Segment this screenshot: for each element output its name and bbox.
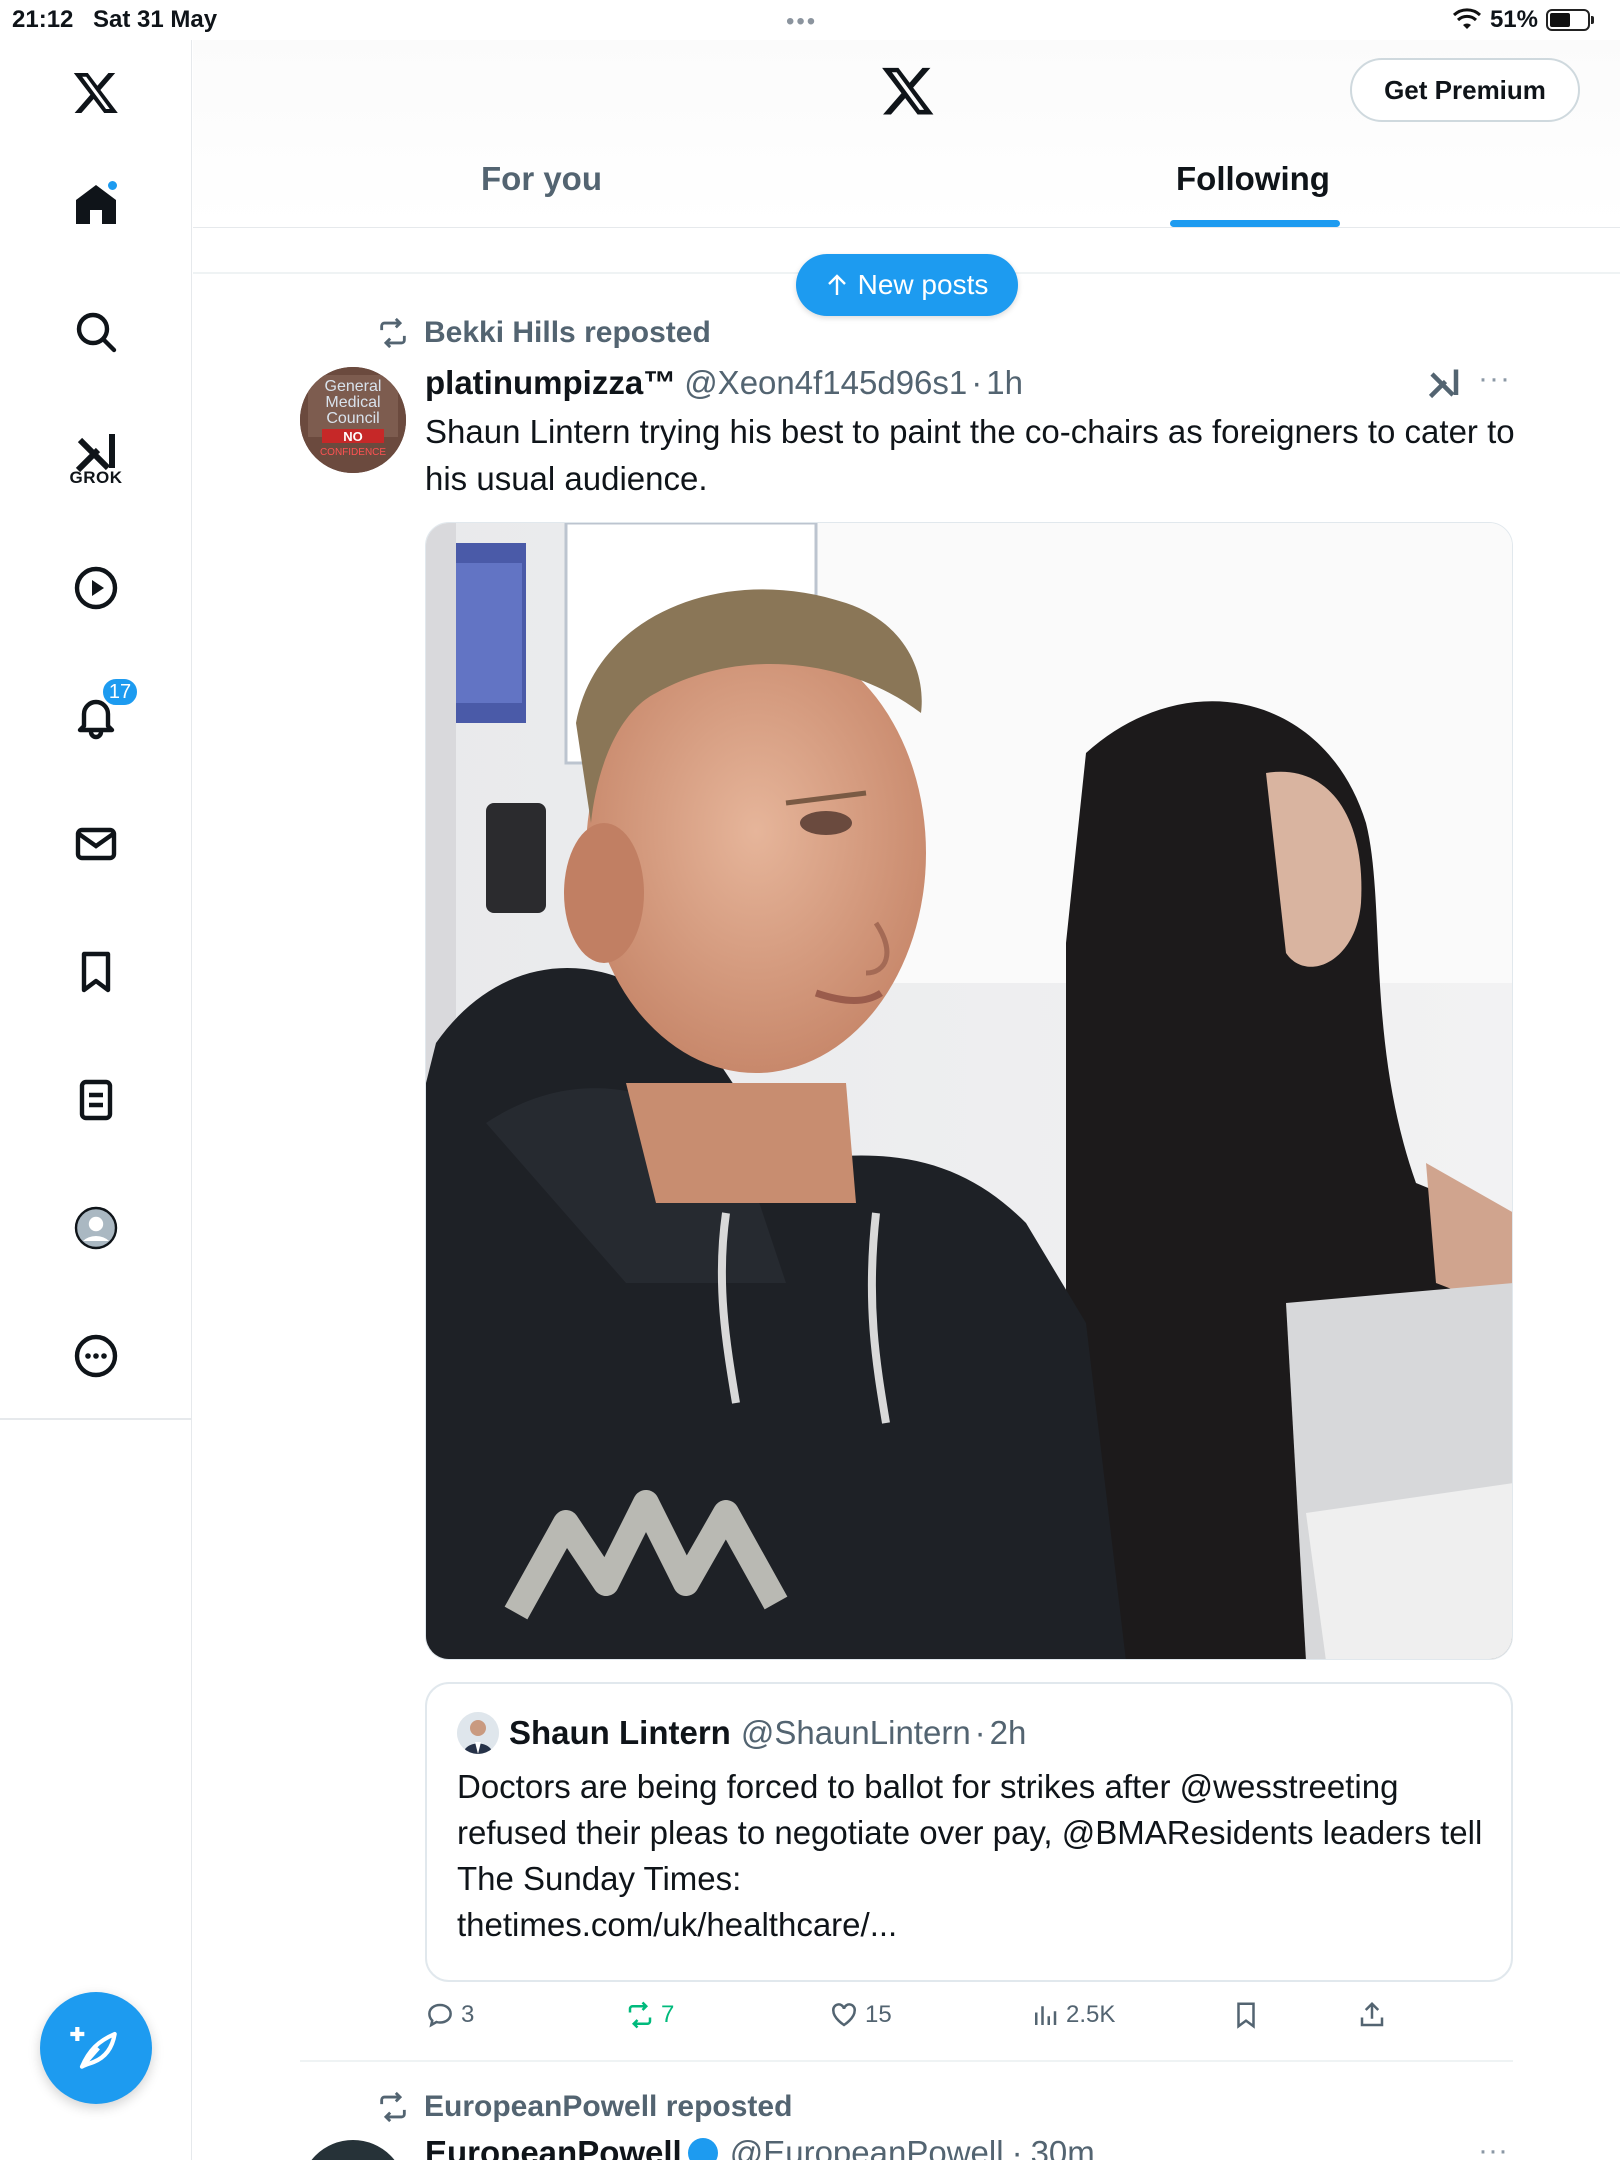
x-logo-icon[interactable] — [66, 62, 126, 122]
heart-icon — [832, 2003, 856, 2027]
new-posts-button[interactable]: New posts — [796, 254, 1018, 316]
repost-by-label: Bekki Hills reposted — [424, 316, 711, 349]
post-actions: 3 7 15 2.5K — [425, 2000, 1425, 2040]
bookmark-icon — [1237, 2002, 1255, 2029]
compose-button[interactable] — [40, 1992, 152, 2104]
battery-percent: 51% — [1489, 6, 1538, 33]
avatar-text-5: CONFIDENCE — [320, 447, 386, 458]
post-author-line: platinumpizza™ @Xeon4f145d96s1 · 1h — [425, 364, 1023, 402]
tab-for-you[interactable]: For you — [481, 160, 602, 198]
reply-count: 3 — [461, 2001, 475, 2028]
author-handle[interactable]: @Xeon4f145d96s1 — [684, 364, 967, 402]
tab-following[interactable]: Following — [1176, 160, 1330, 198]
next-author-handle[interactable]: @EuropeanPowell — [730, 2134, 1004, 2160]
status-date: Sat 31 May — [93, 6, 218, 33]
share-icon — [1360, 2001, 1384, 2027]
avatar-text-3: Council — [326, 410, 379, 427]
sidebar-divider — [0, 1418, 192, 1420]
avatar-text-1: General — [325, 378, 382, 395]
grok-label: GROK — [69, 468, 123, 487]
multitask-dots-icon[interactable]: ••• — [786, 8, 817, 36]
more-icon[interactable] — [66, 1326, 126, 1386]
like-button[interactable]: 15 — [829, 2000, 892, 2030]
author-avatar[interactable]: General Medical Council NO CONFIDENCE — [300, 367, 406, 473]
next-post-more-options-icon[interactable]: ··· — [1478, 2134, 1508, 2160]
new-posts-label: New posts — [857, 269, 989, 300]
next-repost-by-label: EuropeanPowell reposted — [424, 2090, 793, 2123]
bell-icon[interactable]: 17 — [66, 677, 139, 746]
grok-icon[interactable]: GROK — [66, 422, 126, 487]
next-author-name[interactable]: EuropeanPowell — [425, 2134, 682, 2160]
quote-author-handle: @ShaunLintern — [740, 1714, 971, 1751]
mail-icon[interactable] — [66, 814, 126, 874]
active-tab-indicator — [1170, 220, 1340, 227]
post-time[interactable]: 1h — [986, 364, 1023, 402]
reply-button[interactable]: 3 — [425, 2000, 474, 2030]
status-time: 21:12 — [12, 6, 74, 33]
quote-author-line: Shaun Lintern @ShaunLintern · 2h — [457, 1712, 1026, 1754]
profile-icon[interactable] — [66, 1198, 126, 1258]
quote-time: 2h — [989, 1714, 1027, 1751]
like-count: 15 — [865, 2001, 892, 2028]
repost-button[interactable]: 7 — [625, 2000, 674, 2030]
battery-icon — [1546, 9, 1594, 31]
views-chart-icon — [1035, 2006, 1057, 2025]
top-header: Get Premium For you Following — [193, 40, 1620, 228]
get-premium-button[interactable]: Get Premium — [1350, 58, 1580, 122]
home-unread-dot — [106, 179, 119, 192]
repost-indicator[interactable]: Bekki Hills reposted — [376, 316, 711, 350]
search-icon[interactable] — [66, 302, 126, 362]
views-button[interactable]: 2.5K — [1030, 2000, 1115, 2030]
repost-icon — [380, 2091, 406, 2123]
avatar-text-4: NO — [343, 429, 363, 444]
video-icon[interactable] — [66, 558, 126, 618]
quote-author-name: Shaun Lintern — [509, 1714, 731, 1751]
post-text: Shaun Lintern trying his best to paint t… — [425, 413, 1515, 497]
quote-time-separator: · — [974, 1714, 986, 1751]
lists-icon[interactable] — [66, 1070, 126, 1130]
sidebar: GROK 17 — [0, 40, 192, 2160]
time-separator: · — [971, 364, 983, 401]
arrow-up-icon — [827, 274, 846, 295]
x-logo-icon[interactable] — [880, 62, 936, 118]
quote-text: Doctors are being forced to ballot for s… — [457, 1768, 1483, 1897]
grok-explain-icon[interactable] — [1426, 365, 1462, 401]
wifi-icon — [1452, 8, 1481, 29]
quote-text-block: Doctors are being forced to ballot for s… — [457, 1764, 1497, 1948]
share-button[interactable] — [1357, 2000, 1387, 2030]
next-repost-indicator[interactable]: EuropeanPowell reposted — [376, 2090, 792, 2124]
post-separator — [300, 2060, 1513, 2062]
bookmark-icon[interactable] — [66, 942, 126, 1002]
status-right: 51% — [1452, 6, 1594, 34]
compose-feather-icon — [70, 2027, 117, 2069]
home-icon[interactable] — [66, 174, 126, 234]
repost-icon — [628, 2001, 652, 2029]
views-count: 2.5K — [1066, 2001, 1116, 2028]
quote-link[interactable]: thetimes.com/uk/healthcare/... — [457, 1906, 897, 1943]
next-author-avatar[interactable] — [300, 2140, 406, 2160]
verified-badge-icon — [687, 2138, 718, 2160]
quote-avatar[interactable] — [457, 1712, 499, 1754]
post-more-options-icon[interactable]: ··· — [1478, 362, 1511, 396]
repost-icon — [380, 317, 406, 349]
notifications-badge: 17 — [101, 677, 139, 707]
author-name[interactable]: platinumpizza™ — [425, 364, 676, 402]
bookmark-button[interactable] — [1231, 2000, 1261, 2030]
avatar-text-2: Medical — [325, 394, 380, 411]
next-time-separator: · — [1011, 2134, 1023, 2160]
status-bar: 21:12 Sat 31 May ••• 51% — [0, 0, 1620, 40]
next-author-line: EuropeanPowell @EuropeanPowell · 30m — [425, 2134, 1095, 2160]
repost-count: 7 — [661, 2001, 675, 2028]
reply-icon — [428, 2003, 452, 2028]
post-image[interactable] — [425, 522, 1513, 1660]
battery-fill — [1550, 13, 1571, 27]
next-post-time[interactable]: 30m — [1031, 2134, 1095, 2160]
quoted-post[interactable]: Shaun Lintern @ShaunLintern · 2h Doctors… — [425, 1682, 1513, 1982]
